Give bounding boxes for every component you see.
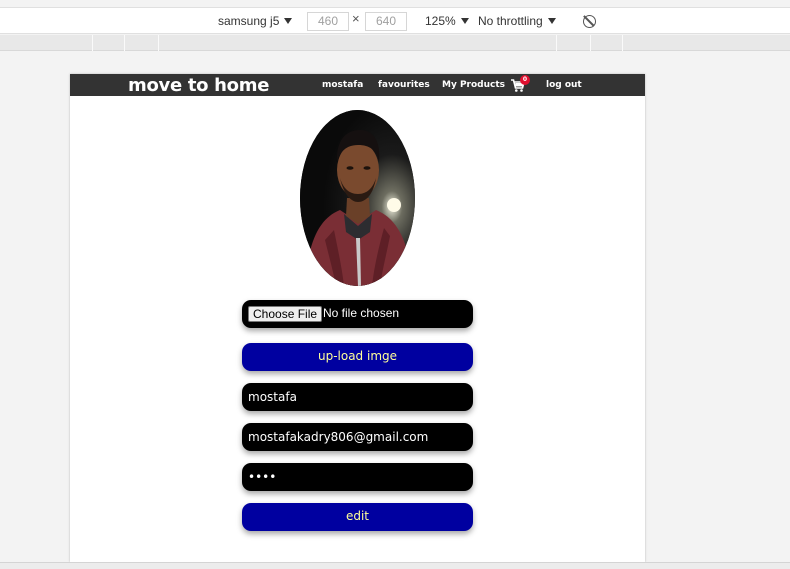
name-field: [242, 383, 473, 411]
upload-image-button[interactable]: up-load imge: [242, 343, 473, 371]
navbar: move to home mostafa favourites My Produ…: [70, 74, 645, 96]
nav-link-profile[interactable]: mostafa: [322, 80, 363, 90]
nav-link-my-products[interactable]: My Products: [442, 80, 505, 90]
name-input[interactable]: [248, 383, 466, 411]
nav-link-logout[interactable]: log out: [546, 80, 582, 90]
choose-file-button[interactable]: Choose File: [248, 306, 323, 322]
device-toolbar: samsung j5 460 × 640 125% No throttling: [0, 7, 790, 34]
dimension-separator-icon: ×: [352, 11, 360, 26]
file-upload-field: Choose File No file chosen: [242, 300, 473, 328]
email-field: [242, 423, 473, 451]
edit-button[interactable]: edit: [242, 503, 473, 531]
password-input[interactable]: [248, 463, 466, 491]
emulated-viewport: move to home mostafa favourites My Produ…: [70, 74, 645, 562]
bottom-edge: [0, 562, 790, 569]
password-field: [242, 463, 473, 491]
media-query-segment[interactable]: [556, 35, 557, 51]
media-query-bar: [0, 35, 790, 51]
file-status-text: No file chosen: [323, 306, 400, 320]
media-query-segment[interactable]: [590, 35, 591, 51]
throttling-dropdown-icon: [547, 18, 556, 24]
zoom-value: 125%: [425, 14, 456, 28]
width-input[interactable]: 460: [307, 12, 349, 31]
profile-avatar: [300, 110, 415, 286]
throttling-select[interactable]: No throttling: [478, 8, 556, 34]
profile-photo-icon: [300, 110, 415, 286]
media-query-segment[interactable]: [622, 35, 623, 51]
cart-count-badge: 0: [520, 75, 530, 85]
device-dropdown-icon: [284, 18, 293, 24]
throttling-value: No throttling: [478, 14, 543, 28]
media-query-segment[interactable]: [124, 35, 125, 51]
media-query-segment[interactable]: [158, 35, 159, 51]
zoom-dropdown-icon: [460, 18, 469, 24]
rotate-icon[interactable]: [583, 15, 596, 28]
nav-link-favourites[interactable]: favourites: [378, 80, 430, 90]
height-input[interactable]: 640: [365, 12, 407, 31]
email-input[interactable]: [248, 423, 466, 451]
brand-logo[interactable]: move to home: [128, 75, 269, 96]
zoom-select[interactable]: 125%: [425, 8, 469, 34]
device-select[interactable]: samsung j5: [218, 8, 293, 34]
device-name: samsung j5: [218, 14, 280, 28]
media-query-segment[interactable]: [92, 35, 93, 51]
